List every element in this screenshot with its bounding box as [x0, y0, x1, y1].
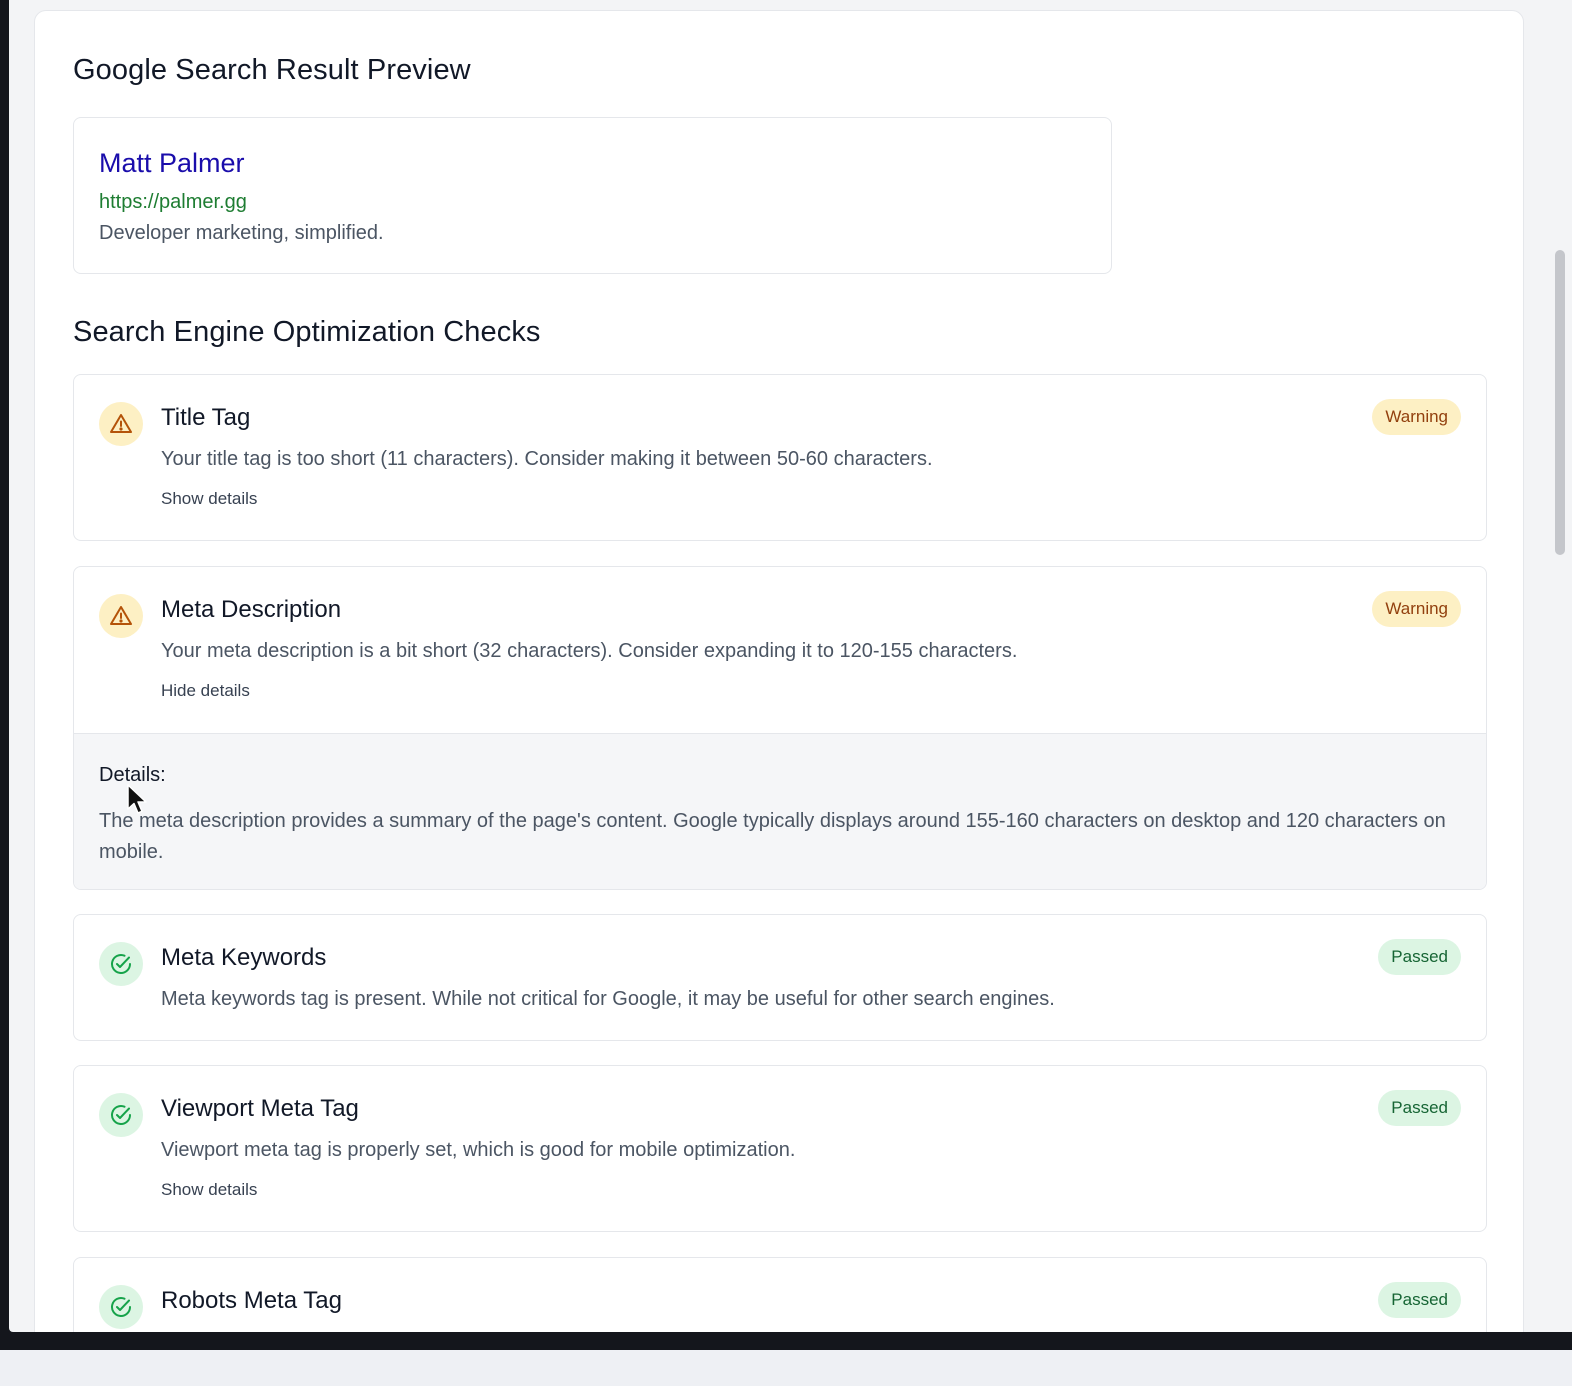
- check-title: Viewport Meta Tag: [161, 1095, 359, 1122]
- scrollbar-thumb[interactable]: [1555, 250, 1565, 555]
- result-title[interactable]: Matt Palmer: [99, 148, 245, 179]
- hide-details-button[interactable]: Hide details: [161, 681, 250, 701]
- checks-heading: Search Engine Optimization Checks: [73, 316, 541, 348]
- check-title: Meta Description: [161, 596, 342, 623]
- status-badge-warning: Warning: [1372, 591, 1461, 627]
- warning-triangle-icon: [99, 402, 143, 446]
- check-card-robots-meta-tag: Robots Meta Tag Passed: [73, 1257, 1487, 1332]
- check-description: Viewport meta tag is properly set, which…: [161, 1139, 796, 1161]
- check-circle-icon: [99, 1093, 143, 1137]
- check-card-meta-keywords: Meta Keywords Meta keywords tag is prese…: [73, 914, 1487, 1041]
- check-circle-icon: [99, 1285, 143, 1329]
- status-badge-passed: Passed: [1378, 1090, 1461, 1126]
- result-url: https://palmer.gg: [99, 191, 247, 213]
- mouse-pointer-icon: [127, 784, 147, 814]
- result-description: Developer marketing, simplified.: [99, 222, 384, 244]
- status-badge-warning: Warning: [1372, 399, 1461, 435]
- status-badge-passed: Passed: [1378, 1282, 1461, 1318]
- bottom-strip: [0, 1350, 1572, 1386]
- check-title: Robots Meta Tag: [161, 1287, 342, 1314]
- warning-triangle-icon: [99, 594, 143, 638]
- preview-heading: Google Search Result Preview: [73, 54, 471, 86]
- details-text: The meta description provides a summary …: [99, 810, 1446, 863]
- seo-report-panel: Google Search Result Preview Matt Palmer…: [34, 10, 1524, 1332]
- check-title: Title Tag: [161, 404, 251, 431]
- check-card-meta-description: Meta Description Your meta description i…: [73, 566, 1487, 890]
- show-details-button[interactable]: Show details: [161, 489, 257, 509]
- browser-viewport: Google Search Result Preview Matt Palmer…: [9, 0, 1572, 1332]
- check-title: Meta Keywords: [161, 944, 327, 971]
- search-result-preview-card: Matt Palmer https://palmer.gg Developer …: [73, 117, 1112, 274]
- check-card-title-tag: Title Tag Your title tag is too short (1…: [73, 374, 1487, 541]
- status-badge-passed: Passed: [1378, 939, 1461, 975]
- check-description: Your meta description is a bit short (32…: [161, 640, 1018, 662]
- check-circle-icon: [99, 942, 143, 986]
- details-panel: Details: The meta description provides a…: [74, 733, 1486, 889]
- show-details-button[interactable]: Show details: [161, 1180, 257, 1200]
- check-description: Meta keywords tag is present. While not …: [161, 988, 1055, 1010]
- check-description: Your title tag is too short (11 characte…: [161, 448, 933, 470]
- check-card-viewport-meta-tag: Viewport Meta Tag Viewport meta tag is p…: [73, 1065, 1487, 1232]
